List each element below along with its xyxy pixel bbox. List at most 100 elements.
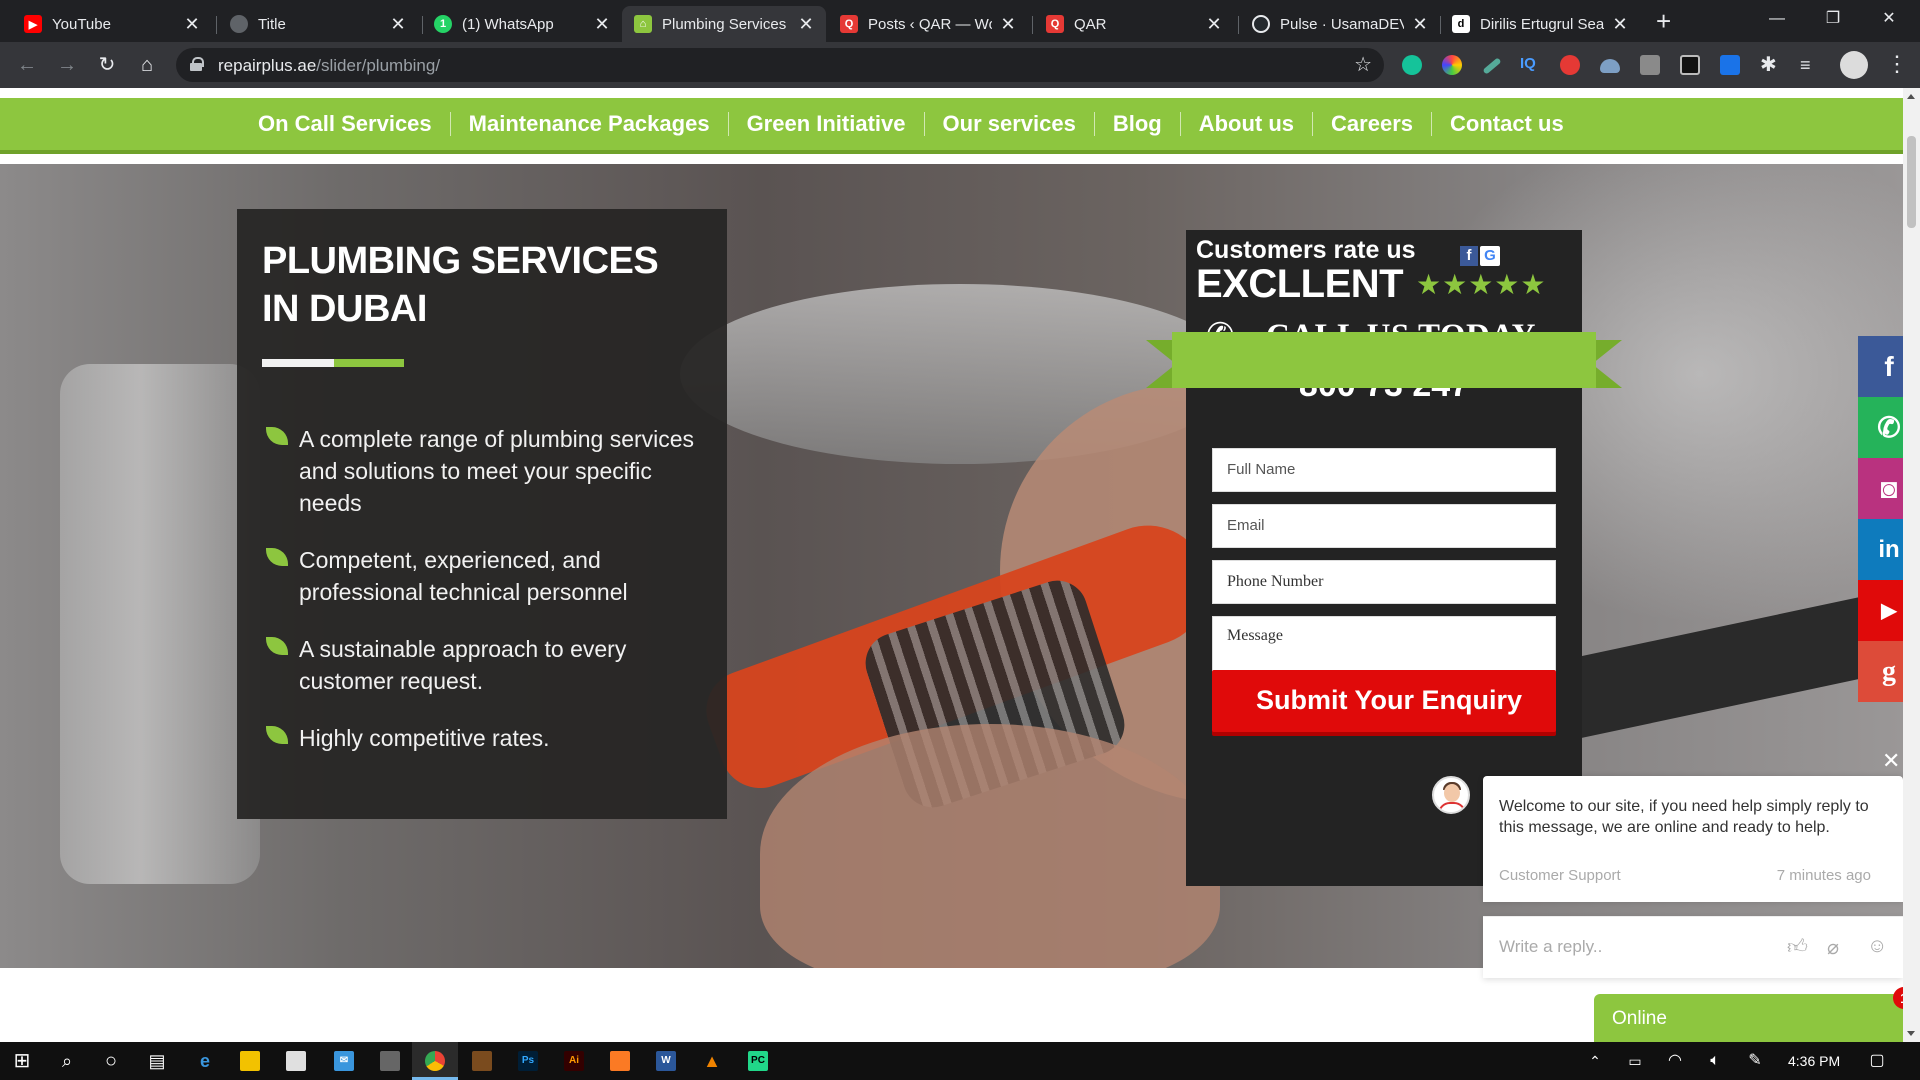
close-icon[interactable]: ✕	[390, 14, 406, 35]
tb-extension-icon[interactable]	[1640, 55, 1660, 75]
chat-timestamp: 7 minutes ago	[1776, 867, 1871, 884]
chat-status-bar[interactable]: Online	[1594, 994, 1903, 1042]
tab-qar[interactable]: Q QAR ✕	[1034, 6, 1234, 42]
youtube-icon[interactable]: ▶	[1858, 580, 1903, 641]
tab-github-pulse[interactable]: Pulse · UsamaDEV ✕	[1240, 6, 1440, 42]
close-icon[interactable]: ✕	[1412, 14, 1428, 35]
windows-start-icon[interactable]: ⊞	[11, 1050, 33, 1072]
puzzle-icon[interactable]: ✱	[1760, 55, 1780, 75]
chat-reply-box[interactable]: Write a reply.. 👍︎ ⌀ ☺	[1483, 916, 1903, 978]
reply-input[interactable]: Write a reply..	[1499, 937, 1602, 957]
bookmark-star-icon[interactable]: ☆	[1354, 52, 1372, 77]
restore-icon[interactable]: ❐	[1810, 4, 1856, 34]
minimize-icon[interactable]: —	[1754, 4, 1800, 34]
wifi-icon[interactable]: ◠	[1664, 1050, 1686, 1072]
scroll-down-icon[interactable]	[1907, 1031, 1915, 1036]
hero-background	[60, 364, 260, 884]
tab-dirilis-ertugrul[interactable]: d Dirilis Ertugrul Sea ✕	[1440, 6, 1640, 42]
tab-whatsapp[interactable]: 1 (1) WhatsApp ✕	[422, 6, 622, 42]
battery-icon[interactable]: ▭	[1624, 1050, 1646, 1072]
cube-extension-icon[interactable]	[1680, 55, 1700, 75]
xampp-icon[interactable]	[610, 1051, 630, 1071]
emoji-icon[interactable]: ☺	[1867, 935, 1887, 958]
filezilla-icon[interactable]	[472, 1051, 492, 1071]
grammarly-icon[interactable]	[1402, 55, 1422, 75]
new-tab-button[interactable]: +	[1656, 8, 1671, 34]
thumbs-up-icon[interactable]: 👍︎	[1787, 935, 1808, 959]
color-picker-icon[interactable]	[1442, 55, 1462, 75]
close-icon[interactable]: ✕	[1612, 14, 1628, 35]
nav-maintenance-packages[interactable]: Maintenance Packages	[449, 112, 728, 136]
edge-icon[interactable]: e	[194, 1050, 216, 1072]
task-view-icon[interactable]: ▤	[146, 1050, 168, 1072]
close-icon[interactable]: ✕	[594, 14, 610, 35]
windows-taskbar: ⊞ ⌕ ○ ▤ e ✉ Ps Ai W ▲ PC ⌃ ▭ ◠ 🔈︎ ✎ 4:36…	[0, 1042, 1920, 1080]
full-name-field[interactable]: Full Name	[1212, 448, 1556, 492]
scroll-thumb[interactable]	[1907, 136, 1916, 228]
scroll-up-icon[interactable]	[1907, 94, 1915, 99]
attachment-icon[interactable]: ⌀	[1827, 935, 1839, 960]
browser-toolbar: ← → ↻ ⌂ repairplus.ae/slider/plumbing/ ☆…	[0, 42, 1920, 88]
home-icon[interactable]: ⌂	[134, 52, 160, 78]
nav-about-us[interactable]: About us	[1179, 112, 1312, 136]
page-scrollbar[interactable]	[1903, 88, 1920, 1042]
star-rating: ★★★★★	[1416, 269, 1547, 300]
close-icon[interactable]: ✕	[798, 14, 814, 35]
blue-extension-icon[interactable]	[1720, 55, 1740, 75]
nav-our-services[interactable]: Our services	[923, 112, 1094, 136]
red-extension-icon[interactable]	[1560, 55, 1580, 75]
search-icon[interactable]: ⌕	[56, 1050, 78, 1072]
nav-on-call-services[interactable]: On Call Services	[240, 112, 450, 136]
facebook-icon[interactable]: f	[1858, 336, 1903, 397]
chevron-up-icon[interactable]: ⌃	[1584, 1050, 1606, 1072]
photoshop-icon[interactable]: Ps	[518, 1051, 538, 1071]
rating-caption: Customers rate us	[1196, 236, 1416, 264]
pycharm-icon[interactable]: PC	[748, 1051, 768, 1071]
nav-green-initiative[interactable]: Green Initiative	[727, 112, 924, 136]
tab-posts-qar[interactable]: Q Posts ‹ QAR — Wo ✕	[828, 6, 1028, 42]
volume-icon[interactable]: 🔈︎	[1704, 1050, 1726, 1072]
close-icon[interactable]: ✕	[1206, 14, 1222, 35]
tab-separator	[216, 16, 217, 34]
illustrator-icon[interactable]: Ai	[564, 1051, 584, 1071]
cloud-extension-icon[interactable]	[1600, 59, 1620, 73]
nav-blog[interactable]: Blog	[1093, 112, 1180, 136]
google-plus-icon[interactable]: g	[1858, 641, 1903, 702]
word-icon[interactable]: W	[656, 1051, 676, 1071]
mail-icon[interactable]: ✉	[334, 1051, 354, 1071]
email-field[interactable]: Email	[1212, 504, 1556, 548]
pen-extension-icon[interactable]	[1482, 57, 1502, 75]
iq-extension-icon[interactable]: IQ	[1520, 55, 1540, 75]
linkedin-icon[interactable]: in	[1858, 519, 1903, 580]
camera-icon[interactable]	[380, 1051, 400, 1071]
vlc-icon[interactable]: ▲	[702, 1051, 722, 1071]
window-close-icon[interactable]: ✕	[1866, 4, 1912, 34]
close-icon[interactable]: ✕	[184, 14, 200, 35]
tab-title[interactable]: Title ✕	[218, 6, 418, 42]
avatar[interactable]	[1840, 51, 1868, 79]
pen-icon[interactable]: ✎	[1744, 1050, 1766, 1072]
tab-youtube[interactable]: ▶ YouTube ✕	[12, 6, 212, 42]
chrome-icon[interactable]	[425, 1051, 445, 1071]
tab-plumbing-services[interactable]: ⌂ Plumbing Services ✕	[622, 6, 826, 42]
close-icon[interactable]: ✕	[1000, 14, 1016, 35]
submit-enquiry-button[interactable]: Submit Your Enquiry	[1212, 670, 1556, 732]
nav-contact-us[interactable]: Contact us	[1431, 112, 1582, 136]
forward-icon[interactable]: →	[54, 52, 80, 78]
menu-kebab-icon[interactable]: ⋮	[1886, 51, 1908, 77]
store-icon[interactable]	[286, 1051, 306, 1071]
address-bar[interactable]: repairplus.ae/slider/plumbing/ ☆	[176, 48, 1384, 82]
chat-close-icon[interactable]: ✕	[1882, 748, 1900, 774]
file-explorer-icon[interactable]	[240, 1051, 260, 1071]
phone-field[interactable]: Phone Number	[1212, 560, 1556, 604]
cortana-icon[interactable]: ○	[100, 1050, 122, 1072]
back-icon[interactable]: ←	[14, 52, 40, 78]
whatsapp-icon[interactable]: ✆	[1858, 397, 1903, 458]
media-control-icon[interactable]: ≡	[1800, 55, 1820, 75]
instagram-icon[interactable]: ◙	[1858, 458, 1903, 519]
nav-careers[interactable]: Careers	[1312, 112, 1431, 136]
nav-menu: On Call Services Maintenance Packages Gr…	[240, 98, 1582, 150]
chat-message-bubble[interactable]: Welcome to our site, if you need help si…	[1483, 776, 1903, 902]
notification-icon[interactable]: ▢	[1866, 1050, 1888, 1072]
reload-icon[interactable]: ↻	[94, 52, 120, 78]
